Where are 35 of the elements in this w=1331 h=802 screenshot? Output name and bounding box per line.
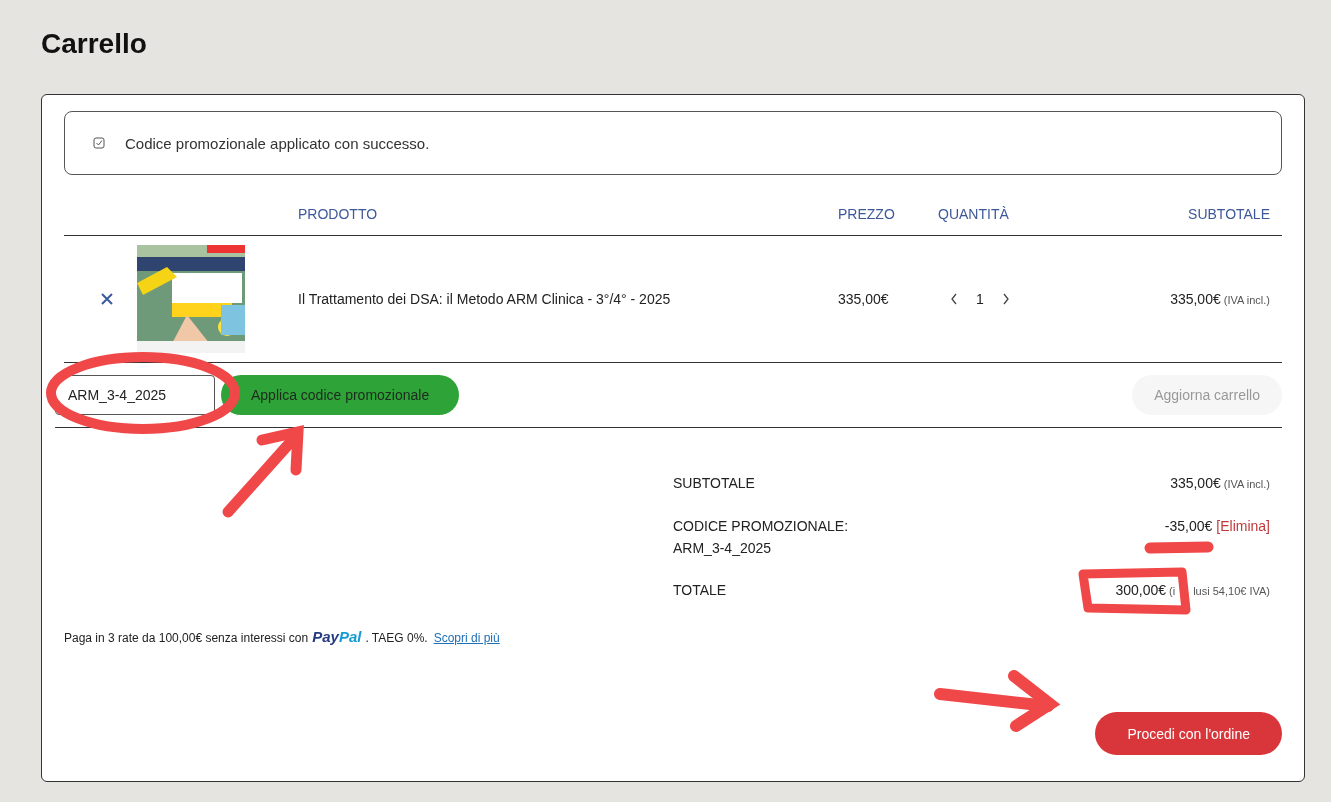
total-label: SUBTOTALE <box>673 474 755 493</box>
chevron-right-icon <box>1001 293 1010 305</box>
tax-note: (IVA incl.) <box>1223 477 1270 492</box>
marker-underline-drawing <box>1144 541 1214 554</box>
subtotal-value: 335,00€ <box>1170 291 1221 307</box>
installment-text: . TAEG 0%. <box>365 631 428 645</box>
installment-text: Paga in 3 rate da 100,00€ senza interessi con <box>64 631 309 645</box>
check-icon <box>93 137 105 149</box>
learn-more-link[interactable]: Scopri di più <box>433 631 500 645</box>
tax-note: (i <box>1169 584 1176 599</box>
coupon-code: ARM_3-4_2025 <box>673 539 773 558</box>
page-title: Carrello <box>41 28 148 60</box>
product-name[interactable]: Il Trattamento dei DSA: il Metodo ARM Clinica - 3°/4° - 2025 <box>298 291 838 307</box>
subtotal-value: 335,00€ <box>1170 474 1221 493</box>
checkout-button[interactable]: Procedi con l'ordine <box>1095 712 1282 755</box>
quantity-value[interactable]: 1 <box>972 291 988 307</box>
total-label: CODICE PROMOZIONALE: <box>673 517 849 536</box>
notice-text: Codice promozionale applicato con successo. <box>125 134 430 152</box>
tax-note: lusi 54,10€ IVA) <box>1193 584 1270 599</box>
column-header: QUANTITÀ <box>938 206 1010 222</box>
remove-button[interactable] <box>99 291 115 307</box>
total-value: 300,00€ <box>1115 581 1167 600</box>
apply-coupon-button[interactable]: Applica codice promozionale <box>221 375 460 415</box>
total-label: TOTALE <box>673 581 727 600</box>
close-icon <box>101 293 113 305</box>
coupon-field[interactable]: ARM_3-4_2025 <box>55 375 215 415</box>
paypal-logo: PayPal <box>312 628 362 645</box>
column-header: PREZZO <box>838 206 896 222</box>
chevron-left-icon <box>950 293 958 305</box>
column-header: PRODOTTO <box>298 206 379 222</box>
tax-note: (IVA incl.) <box>1223 294 1270 306</box>
column-header: SUBTOTALE <box>1187 206 1271 222</box>
remove-coupon-link[interactable]: [Elimina] <box>1216 515 1270 537</box>
discount-value: -35,00€ <box>1164 517 1213 536</box>
price: 335,00€ <box>838 291 890 307</box>
